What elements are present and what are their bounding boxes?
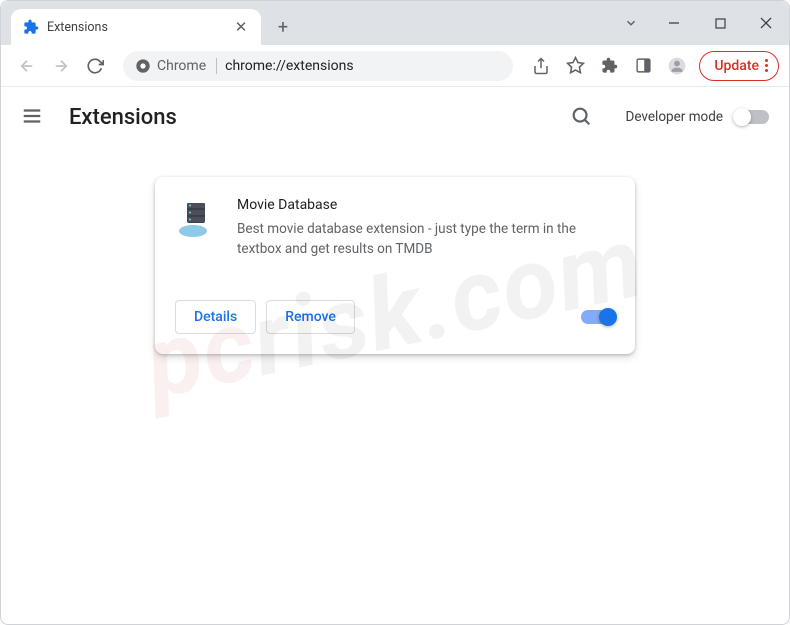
extension-icon xyxy=(175,197,217,239)
details-button[interactable]: Details xyxy=(175,300,256,334)
new-tab-button[interactable]: + xyxy=(269,13,297,41)
developer-mode-toggle[interactable] xyxy=(735,110,769,124)
update-label: Update xyxy=(714,58,759,74)
extension-enable-toggle[interactable] xyxy=(581,310,615,324)
extension-description: Best movie database extension - just typ… xyxy=(237,219,615,260)
chevron-down-icon[interactable] xyxy=(611,1,651,45)
titlebar: Extensions ✕ + xyxy=(1,1,789,45)
back-button[interactable] xyxy=(11,50,43,82)
chrome-logo-icon xyxy=(135,58,151,74)
reload-button[interactable] xyxy=(79,50,111,82)
window-close-button[interactable] xyxy=(743,1,789,45)
update-button[interactable]: Update xyxy=(699,51,779,81)
puzzle-icon xyxy=(23,19,39,35)
url-text: chrome://extensions xyxy=(225,58,353,74)
extensions-puzzle-button[interactable] xyxy=(593,50,625,82)
toolbar: Chrome chrome://extensions Update xyxy=(1,45,789,87)
developer-mode: Developer mode xyxy=(626,109,770,125)
content-area: Movie Database Best movie database exten… xyxy=(1,147,789,624)
extension-card: Movie Database Best movie database exten… xyxy=(155,177,635,354)
chrome-chip: Chrome xyxy=(135,58,217,74)
browser-tab[interactable]: Extensions ✕ xyxy=(11,9,261,45)
menu-dots-icon xyxy=(765,59,768,72)
hamburger-menu-button[interactable] xyxy=(21,105,45,129)
chrome-chip-label: Chrome xyxy=(157,58,206,74)
search-button[interactable] xyxy=(570,105,594,129)
forward-button[interactable] xyxy=(45,50,77,82)
address-bar[interactable]: Chrome chrome://extensions xyxy=(123,51,513,81)
toggle-knob xyxy=(599,308,617,326)
maximize-button[interactable] xyxy=(697,1,743,45)
close-icon[interactable]: ✕ xyxy=(233,19,249,35)
content-header: Extensions Developer mode xyxy=(1,87,789,147)
page-title: Extensions xyxy=(69,105,546,130)
extension-name: Movie Database xyxy=(237,197,615,213)
minimize-button[interactable] xyxy=(651,1,697,45)
bookmark-star-button[interactable] xyxy=(559,50,591,82)
side-panel-button[interactable] xyxy=(627,50,659,82)
share-button[interactable] xyxy=(525,50,557,82)
developer-mode-label: Developer mode xyxy=(626,109,724,125)
profile-button[interactable] xyxy=(661,50,693,82)
tab-title: Extensions xyxy=(47,20,225,35)
remove-button[interactable]: Remove xyxy=(266,300,355,334)
toggle-knob xyxy=(733,108,751,126)
